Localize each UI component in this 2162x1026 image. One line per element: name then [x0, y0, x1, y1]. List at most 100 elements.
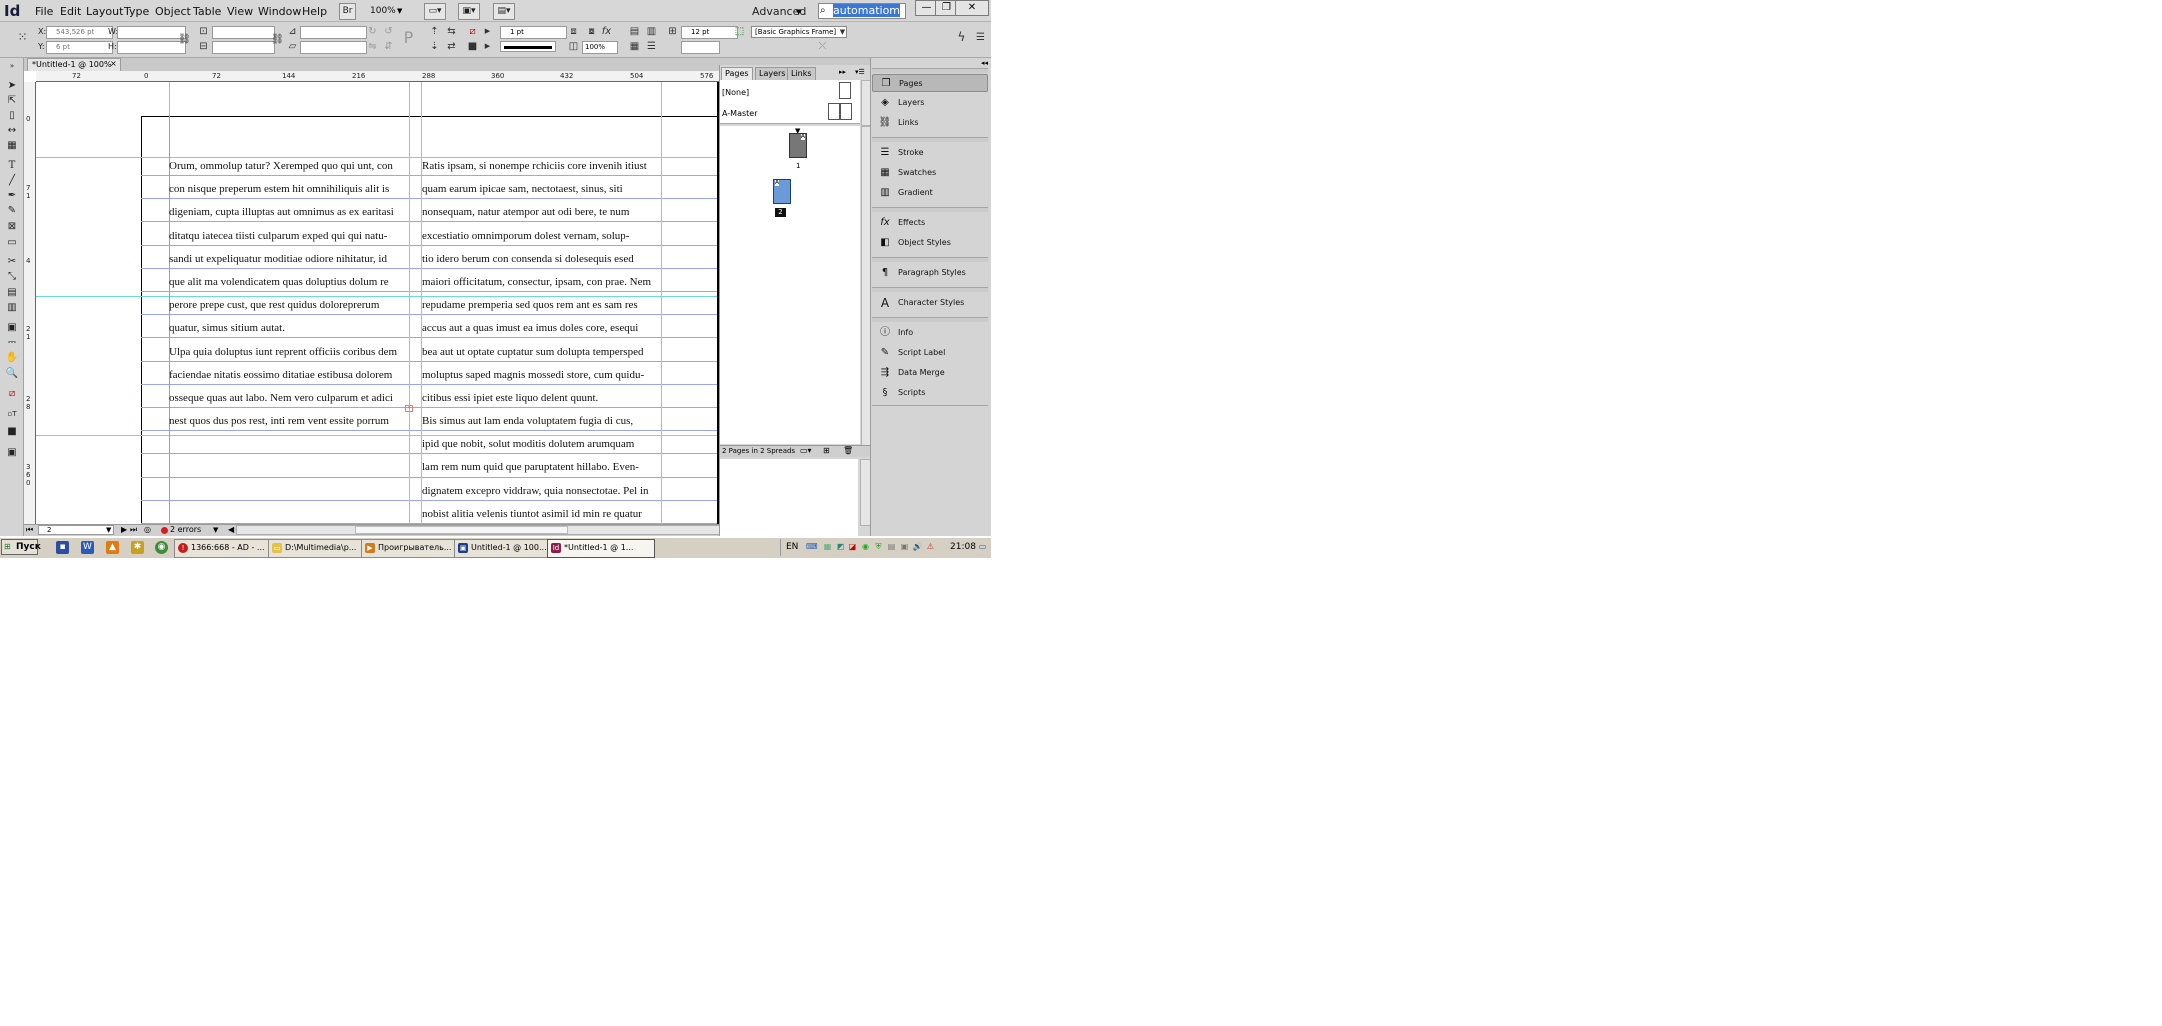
fx-icon[interactable]: fx: [600, 25, 613, 38]
dock-character-styles[interactable]: A Character Styles: [872, 294, 988, 312]
distribute-spacing-icon[interactable]: ☰: [645, 40, 658, 53]
tools-collapse-icon[interactable]: »: [4, 60, 20, 73]
align-center-icon[interactable]: ▥: [645, 25, 658, 38]
selection-tool-icon[interactable]: ➤: [4, 79, 20, 92]
tab-layers[interactable]: Layers: [755, 67, 790, 81]
bridge-button[interactable]: Br: [339, 3, 356, 20]
show-desktop-icon[interactable]: ▭: [977, 541, 988, 552]
zoom-dropdown-icon[interactable]: ▼: [397, 7, 402, 15]
tray-acrobat-icon[interactable]: ◪: [847, 541, 858, 552]
language-indicator[interactable]: EN: [786, 542, 798, 552]
w-field[interactable]: [117, 26, 186, 39]
column-guide[interactable]: [409, 82, 410, 524]
tray-volume-icon[interactable]: 🔊: [912, 541, 923, 552]
type-tool-icon[interactable]: T: [4, 159, 20, 172]
zoom-tool-icon[interactable]: 🔍: [4, 367, 20, 380]
next-page-icon[interactable]: ▶: [121, 525, 127, 534]
tray-security-icon[interactable]: ⛨: [873, 541, 884, 552]
quicklaunch-tool-icon[interactable]: ✱: [131, 541, 144, 554]
tray-warning-icon[interactable]: ⚠: [925, 541, 936, 552]
stroke-menu-icon[interactable]: ▶: [481, 40, 494, 53]
dock-object-styles[interactable]: ◧ Object Styles: [872, 234, 988, 252]
taskbar-item-untitled[interactable]: ▣ Untitled-1 @ 100...: [454, 539, 562, 558]
select-previous-icon[interactable]: ⇆: [445, 25, 458, 38]
dock-swatches[interactable]: ▦ Swatches: [872, 164, 988, 182]
line-tool-icon[interactable]: ╱: [4, 174, 20, 187]
taskbar-item-explorer[interactable]: ▭ D:\Multimedia\p...: [268, 539, 376, 558]
page-dropdown-icon[interactable]: ▼: [106, 526, 111, 534]
zoom-level[interactable]: 100%: [370, 6, 396, 16]
select-container-icon[interactable]: ⇡: [428, 25, 441, 38]
h-field[interactable]: [117, 41, 186, 54]
tray-device-icon[interactable]: ▤: [886, 541, 897, 552]
dock-layers[interactable]: ◈ Layers: [872, 94, 988, 112]
screen-mode-tool-icon[interactable]: ▣: [4, 446, 20, 459]
menu-table[interactable]: Table: [193, 5, 221, 18]
direct-selection-tool-icon[interactable]: ⇱: [4, 94, 20, 107]
hand-tool-icon[interactable]: ✋: [4, 351, 20, 364]
stroke-weight-field[interactable]: 1 pt: [500, 26, 567, 39]
tray-network-icon[interactable]: ▦: [822, 541, 833, 552]
dock-gradient[interactable]: ▥ Gradient: [872, 184, 988, 202]
taskbar-item-player[interactable]: ▶ Проигрыватель...: [361, 539, 469, 558]
rectangle-frame-tool-icon[interactable]: ⊠: [4, 220, 20, 233]
new-page-icon[interactable]: ⊞: [823, 446, 830, 455]
close-button[interactable]: ✕: [955, 0, 989, 16]
select-next-icon[interactable]: ⇄: [445, 40, 458, 53]
leading-field[interactable]: 12 pt: [681, 26, 738, 39]
pages-panel-menu-icon[interactable]: ▾☰: [855, 68, 865, 76]
fill-swatch-icon[interactable]: ⧄: [466, 25, 479, 38]
preflight-profile-icon[interactable]: ◎: [144, 525, 151, 534]
column-guide[interactable]: [661, 82, 662, 524]
fit-frame-icon[interactable]: ⧈: [567, 25, 580, 38]
text-frame-column-2[interactable]: Ratis ipsam, si nonempe rchiciis core in…: [422, 157, 651, 524]
workspace-chevron-icon[interactable]: ▼: [796, 8, 801, 16]
menu-file[interactable]: File: [35, 5, 53, 18]
corner-shape-select[interactable]: [681, 41, 720, 54]
dock-effects[interactable]: fx Effects: [872, 214, 988, 232]
word-icon[interactable]: W: [81, 541, 94, 554]
arrange-documents-icon[interactable]: ▤▾: [493, 3, 515, 20]
tray-display-icon[interactable]: ▣: [899, 541, 910, 552]
dock-info[interactable]: ⓘ Info: [872, 324, 988, 342]
menu-window[interactable]: Window: [258, 5, 301, 18]
taskbar-item-ad[interactable]: ! 1366:668 - AD - ...: [174, 539, 282, 558]
page-number-field[interactable]: 2: [38, 525, 114, 535]
opacity-field[interactable]: 100%: [582, 41, 618, 54]
reference-point-icon[interactable]: ⁙: [16, 31, 29, 44]
rotate-ccw-icon[interactable]: ↺: [382, 25, 395, 38]
menu-object[interactable]: Object: [155, 5, 191, 18]
master-a-left-thumbnail[interactable]: [828, 103, 840, 120]
constrain-scale-icon[interactable]: ⛓: [271, 33, 284, 46]
tray-update-icon[interactable]: ◉: [860, 541, 871, 552]
preflight-errors[interactable]: 2 errors: [170, 525, 201, 534]
horizontal-ruler[interactable]: 72 0 72 144 216 288 360 432 504 576: [36, 71, 719, 82]
dock-scripts[interactable]: § Scripts: [872, 384, 988, 402]
flip-horizontal-icon[interactable]: ⇋: [366, 40, 379, 53]
dock-data-merge[interactable]: ⇶ Data Merge: [872, 364, 988, 382]
master-a-right-thumbnail[interactable]: [840, 103, 852, 120]
distribute-icon[interactable]: ▦: [628, 40, 641, 53]
align-left-icon[interactable]: ▤: [628, 25, 641, 38]
screen-mode-icon[interactable]: ▣▾: [458, 3, 480, 20]
dock-stroke[interactable]: ☰ Stroke: [872, 144, 988, 162]
last-page-icon[interactable]: ⏭: [130, 525, 137, 535]
text-frame-column-1[interactable]: Orum, ommolup tatur? Xeremped quo qui un…: [169, 157, 397, 435]
master-none[interactable]: [None]: [722, 88, 749, 97]
pen-tool-icon[interactable]: ✒: [4, 189, 20, 202]
content-collector-icon[interactable]: ▦: [4, 139, 20, 152]
chrome-icon[interactable]: ◉: [155, 541, 168, 554]
dock-pages[interactable]: ❐ Pages: [872, 74, 988, 92]
gap-tool-icon[interactable]: ↔: [4, 124, 20, 137]
fill-menu-icon[interactable]: ▶: [481, 25, 494, 38]
menu-layout[interactable]: Layout: [86, 5, 123, 18]
object-style-select[interactable]: [Basic Graphics Frame]: [751, 26, 847, 38]
gradient-feather-tool-icon[interactable]: ▥: [4, 301, 20, 314]
scroll-left-icon[interactable]: ◀: [228, 525, 234, 534]
apply-color-icon[interactable]: ■: [4, 425, 20, 438]
object-style-dropdown-icon[interactable]: ▼: [836, 26, 849, 39]
dock-expand-icon[interactable]: ◂◂: [981, 59, 988, 67]
tray-app-icon[interactable]: ◩: [835, 541, 846, 552]
horizontal-scrollbar-thumb[interactable]: [355, 526, 568, 534]
rectangle-tool-icon[interactable]: ▭: [4, 236, 20, 249]
